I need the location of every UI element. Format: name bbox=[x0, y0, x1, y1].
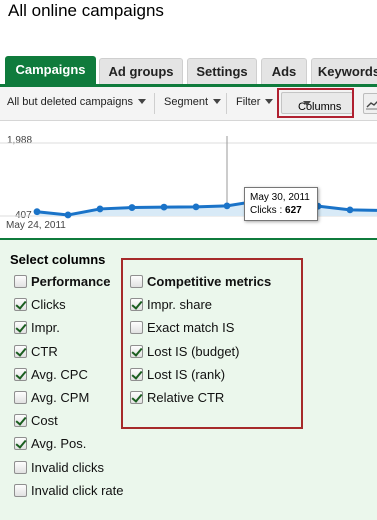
checkbox[interactable] bbox=[14, 298, 27, 312]
clicks-chart bbox=[0, 136, 377, 219]
chevron-down-icon bbox=[137, 99, 146, 104]
column-option-label: Impr. bbox=[31, 320, 60, 336]
clicks-data-point[interactable] bbox=[96, 205, 104, 213]
column-option-label: Clicks bbox=[31, 297, 66, 313]
toolbar-divider bbox=[226, 93, 227, 114]
segment-label: Segment bbox=[164, 96, 209, 108]
columns-highlight-box bbox=[277, 88, 354, 118]
checkbox[interactable] bbox=[14, 460, 27, 474]
chart-toggle-button[interactable] bbox=[363, 93, 377, 114]
tab-ad-groups[interactable]: Ad groups bbox=[99, 58, 183, 85]
column-option-label: Avg. CPC bbox=[31, 366, 88, 382]
checkbox[interactable] bbox=[14, 367, 27, 381]
checkbox[interactable] bbox=[14, 275, 27, 288]
tooltip-metric-value: 627 bbox=[285, 205, 302, 216]
tooltip-date: May 30, 2011 bbox=[250, 192, 310, 203]
tooltip-metric: Clicks : 627 bbox=[250, 204, 317, 217]
clicks-data-point[interactable] bbox=[64, 211, 72, 219]
campaign-scope-label: All but deleted campaigns bbox=[7, 96, 133, 108]
checkbox[interactable] bbox=[14, 414, 27, 428]
filter-dropdown[interactable]: Filter bbox=[236, 96, 274, 108]
chevron-down-icon bbox=[265, 99, 274, 104]
competitive-highlight-box bbox=[121, 258, 303, 429]
select-columns-heading: Select columns bbox=[10, 252, 106, 267]
filter-label: Filter bbox=[236, 96, 261, 108]
clicks-data-point[interactable] bbox=[346, 206, 354, 214]
page-title: All online campaigns bbox=[8, 1, 164, 20]
tab-bar: Campaigns Ad groups Settings Ads Keyword… bbox=[0, 56, 377, 87]
chevron-down-icon bbox=[213, 99, 222, 104]
chart-tooltip: May 30, 2011 Clicks : 627 bbox=[244, 187, 318, 221]
toolbar: All but deleted campaigns Segment Filter… bbox=[0, 87, 377, 121]
column-option-label: Invalid click rate bbox=[31, 482, 124, 498]
campaign-scope-dropdown[interactable]: All but deleted campaigns bbox=[7, 96, 146, 108]
checkbox[interactable] bbox=[14, 483, 27, 497]
checkbox[interactable] bbox=[14, 391, 27, 404]
performance-group-label: Performance bbox=[31, 274, 111, 289]
column-option-label: Invalid clicks bbox=[31, 459, 104, 475]
column-option-label: CTR bbox=[31, 343, 58, 359]
checkbox[interactable] bbox=[14, 437, 27, 451]
column-option-label: Cost bbox=[31, 413, 58, 429]
clicks-data-point[interactable] bbox=[160, 203, 168, 211]
tab-keywords[interactable]: Keywords bbox=[311, 58, 377, 85]
tab-settings[interactable]: Settings bbox=[187, 58, 257, 85]
column-option-label: Avg. CPM bbox=[31, 390, 90, 405]
tab-ads[interactable]: Ads bbox=[261, 58, 307, 85]
clicks-data-point[interactable] bbox=[33, 208, 41, 216]
column-option-label: Avg. Pos. bbox=[31, 436, 87, 452]
clicks-data-point[interactable] bbox=[192, 203, 200, 211]
toolbar-divider bbox=[154, 93, 155, 114]
line-chart-icon bbox=[366, 101, 377, 110]
clicks-data-point[interactable] bbox=[223, 202, 231, 210]
tooltip-metric-label: Clicks : bbox=[250, 205, 283, 216]
checkbox[interactable] bbox=[14, 321, 27, 335]
segment-dropdown[interactable]: Segment bbox=[164, 96, 222, 108]
checkbox[interactable] bbox=[14, 344, 27, 358]
tab-campaigns[interactable]: Campaigns bbox=[5, 56, 96, 87]
clicks-data-point[interactable] bbox=[128, 204, 136, 211]
